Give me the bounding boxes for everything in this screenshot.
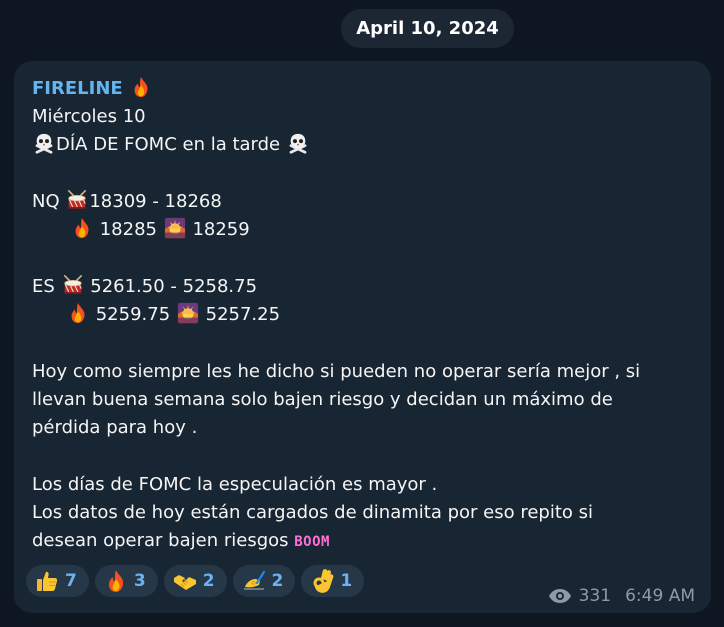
message-bubble[interactable]: FIRELINE Miércoles 10 DÍA DE FOMC en la … xyxy=(14,61,711,613)
message-text: Hoy como siempre les he dicho si pueden … xyxy=(32,360,641,382)
sender-name[interactable]: FIRELINE xyxy=(32,78,123,99)
es-range: 5261.50 - 5258.75 xyxy=(84,275,258,297)
message-text: Miércoles 10 xyxy=(32,106,146,127)
date-label: April 10, 2024 xyxy=(356,18,499,39)
reaction-count: 3 xyxy=(133,571,146,591)
date-separator: April 10, 2024 xyxy=(341,9,514,48)
nq-fire-level: 18285 xyxy=(94,219,163,241)
fire-icon xyxy=(67,302,89,324)
message-text: DÍA DE FOMC en la tarde xyxy=(56,134,286,156)
message-text: Los días de FOMC la especulación es mayo… xyxy=(32,473,438,495)
message-time: 6:49 AM xyxy=(625,586,695,606)
reaction-writing-hand[interactable]: 2 xyxy=(232,565,296,597)
es-label: ES xyxy=(32,275,61,297)
skull-crossbones-icon xyxy=(287,132,309,154)
reaction-thumbs-up[interactable]: 7 xyxy=(26,565,89,597)
reaction-ok-hand[interactable]: 1 xyxy=(301,565,365,597)
reaction-fire[interactable]: 3 xyxy=(94,565,158,597)
nq-range-line: NQ 18309 - 18268 xyxy=(32,188,711,216)
message-line: pérdida para hoy . xyxy=(32,414,711,442)
es-boom-level: 5257.25 xyxy=(199,304,281,326)
skull-crossbones-icon xyxy=(33,132,55,154)
es-levels-line: 5259.75 5257.25 xyxy=(32,301,711,329)
fire-icon xyxy=(104,569,128,593)
fire-icon xyxy=(71,217,93,239)
message-line: Miércoles 10 xyxy=(32,103,711,131)
reaction-count: 2 xyxy=(202,571,215,591)
nq-label: NQ xyxy=(32,190,66,212)
message-line: Los días de FOMC la especulación es mayo… xyxy=(32,471,711,499)
message-line: llevan buena semana solo bajen riesgo y … xyxy=(32,386,711,414)
thumbs-up-icon xyxy=(35,569,59,593)
message-text: desean operar bajen riesgos xyxy=(32,530,295,552)
reactions-bar: 7 3 2 2 1 xyxy=(26,565,365,597)
reaction-count: 2 xyxy=(271,571,284,591)
message-line: desean operar bajen riesgos BOOM xyxy=(32,527,711,555)
reaction-handshake[interactable]: 2 xyxy=(163,565,227,597)
drum-icon xyxy=(62,274,84,296)
fire-icon xyxy=(130,76,152,98)
reaction-count: 1 xyxy=(340,571,353,591)
boom-text-icon: BOOM xyxy=(294,534,330,551)
es-fire-level: 5259.75 xyxy=(90,304,176,326)
es-range-line: ES 5261.50 - 5258.75 xyxy=(32,273,711,301)
sender-line: FIRELINE xyxy=(32,75,711,103)
explosion-image-icon xyxy=(177,302,199,324)
message-meta: 331 6:49 AM xyxy=(548,586,695,606)
message-line: Los datos de hoy están cargados de dinam… xyxy=(32,499,711,527)
nq-boom-level: 18259 xyxy=(186,219,250,241)
explosion-image-icon xyxy=(164,217,186,239)
message-text: Los datos de hoy están cargados de dinam… xyxy=(32,502,593,524)
nq-levels-line: 18285 18259 xyxy=(32,216,711,244)
ok-hand-icon xyxy=(310,569,334,593)
message-line: DÍA DE FOMC en la tarde xyxy=(32,131,711,159)
message-text: pérdida para hoy . xyxy=(32,417,198,439)
nq-range: 18309 - 18268 xyxy=(89,190,222,212)
message-text: llevan buena semana solo bajen riesgo y … xyxy=(32,388,613,410)
handshake-icon xyxy=(173,569,197,593)
writing-hand-icon xyxy=(242,569,266,593)
drum-icon xyxy=(66,189,88,211)
view-count: 331 xyxy=(578,586,612,606)
message-line: Hoy como siempre les he dicho si pueden … xyxy=(32,358,711,386)
eye-icon xyxy=(548,589,571,603)
reaction-count: 7 xyxy=(65,571,77,591)
